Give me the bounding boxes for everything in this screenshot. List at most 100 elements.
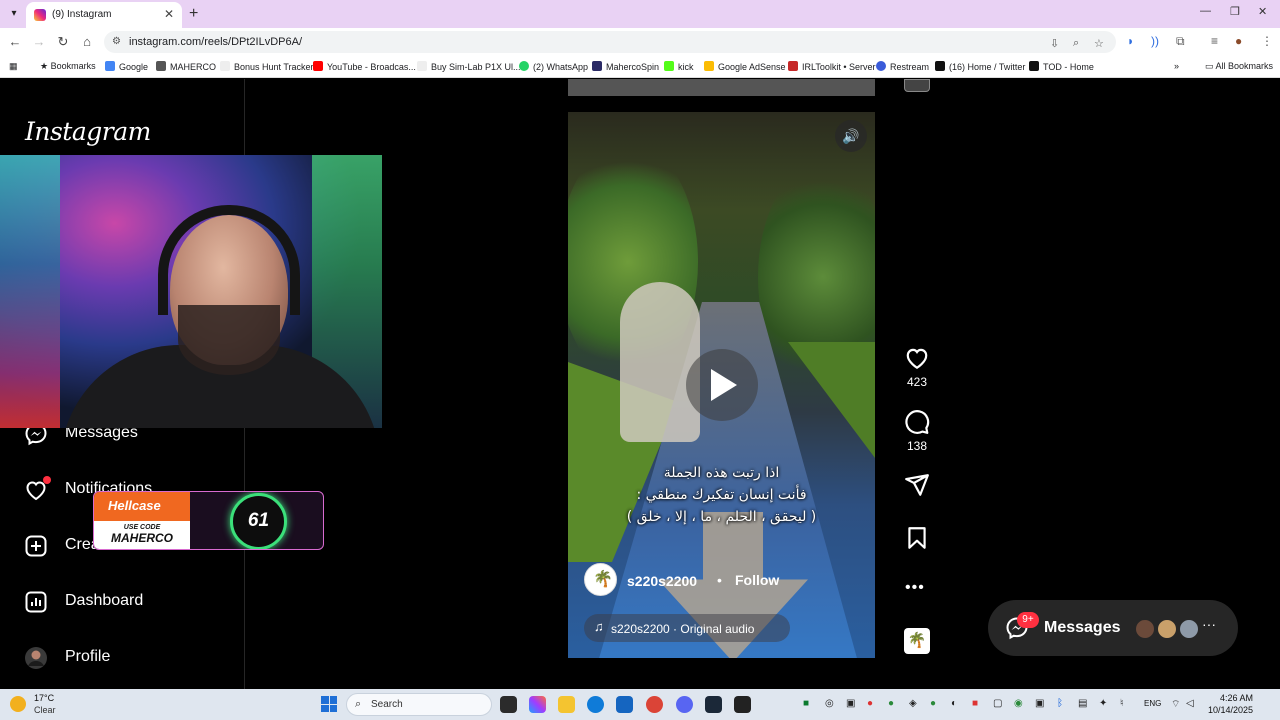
more-icon[interactable]: ··· [1202,616,1216,632]
file-explorer-icon[interactable] [558,696,575,713]
discord-icon[interactable] [676,696,693,713]
browser-menu-icon[interactable]: ⋮ [1261,34,1273,48]
tray-app-icon[interactable]: ◎ [825,698,834,709]
home-icon[interactable]: ⌂ [79,34,95,49]
bookmark-item[interactable]: Google AdSense [704,61,786,72]
address-bar[interactable]: ⚙ instagram.com/reels/DPt2ILvDP6A/ ⇩ ⌕ ☆ [104,31,1116,53]
tray-app-icon[interactable]: ■ [803,698,809,709]
tray-app-icon[interactable]: ▤ [1078,698,1087,709]
store-icon[interactable] [616,696,633,713]
more-options-icon[interactable]: ••• [905,579,925,597]
edge-icon[interactable] [587,696,604,713]
previous-reel-edge[interactable] [568,79,875,96]
tray-app-icon[interactable]: ● [930,698,936,709]
url-text[interactable]: instagram.com/reels/DPt2ILvDP6A/ [129,36,302,48]
bookmark-item[interactable]: (16) Home / Twitter [935,61,1025,72]
reel-video[interactable]: 🔊 اذا رتبت هذه الجملة فأنت إنسان تفكيرك … [568,112,875,658]
bookmark-item[interactable]: MAHERCO [156,61,216,72]
apps-grid-icon[interactable]: ▦ [9,61,18,72]
obs-icon[interactable] [734,696,751,713]
share-button[interactable] [897,472,937,498]
caption-line: اذا رتبت هذه الجملة [663,465,780,481]
bookmark-item[interactable]: TOD - Home [1029,61,1094,72]
tray-app-icon[interactable]: ▢ [993,698,1002,709]
tray-app-icon[interactable]: ◈ [909,698,917,709]
forward-icon[interactable]: → [31,34,47,49]
sidebar-item-dashboard[interactable]: Dashboard [24,588,244,616]
minimize-icon[interactable]: — [1200,5,1211,17]
weather-temp[interactable]: 17°C [34,693,54,703]
microphone-icon[interactable]: ♮ [1120,698,1124,709]
wifi-icon[interactable]: ⌔ [1171,698,1180,711]
moon-weather-icon[interactable] [10,696,26,712]
play-button[interactable] [686,349,758,421]
previous-audio-thumb[interactable] [904,79,930,92]
like-button[interactable]: 423 [897,345,937,389]
save-button[interactable] [897,525,937,551]
tray-app-icon[interactable]: ◐ [951,698,957,709]
bookmark-item[interactable]: MahercoSpin [592,61,659,72]
bookmark-item[interactable]: Google [105,61,148,72]
instagram-logo[interactable]: Instagram [25,117,151,146]
weather-condition[interactable]: Clear [34,705,56,715]
more-bookmarks-icon[interactable]: » [1174,61,1179,71]
search-icon: ⌕ [355,698,362,710]
clock-date[interactable]: 10/14/2025 [1200,705,1253,715]
profile-avatar-icon[interactable]: ● [1235,34,1242,48]
bookmark-item[interactable]: Bonus Hunt Tracker [220,61,314,72]
author-avatar[interactable]: 🌴 [584,563,617,596]
browser-tab-instagram[interactable]: (9) Instagram ✕ [26,2,182,28]
language-indicator[interactable]: ENG [1144,699,1161,708]
restore-icon[interactable]: ❐ [1230,5,1240,18]
windows-start-icon[interactable] [321,696,337,712]
avatar [1134,618,1156,640]
bookmark-item[interactable]: Restream [876,61,929,72]
volume-icon[interactable]: ◁ [1186,698,1194,709]
site-info-icon[interactable]: ⚙ [112,36,121,47]
chrome-icon[interactable] [646,696,663,713]
reload-icon[interactable]: ↻ [55,34,71,50]
bookmark-item[interactable]: Buy Sim-Lab P1X Ul... [417,61,521,72]
window-close-icon[interactable]: ✕ [1258,5,1267,18]
irltoolkit-icon [788,61,798,71]
tray-app-icon[interactable]: ▣ [1035,698,1044,709]
steam-icon[interactable] [705,696,722,713]
tray-app-icon[interactable]: ▣ [846,698,855,709]
install-app-icon[interactable]: ⇩ [1050,37,1059,50]
bookmark-item[interactable]: kick [664,61,694,72]
task-view-icon[interactable] [500,696,517,713]
extension-a-icon[interactable]: ◗ [1127,34,1134,48]
messages-pill[interactable]: 9+ Messages ··· [988,600,1238,656]
follow-button[interactable]: Follow [735,572,779,588]
tray-app-icon[interactable]: ● [888,698,894,709]
tab-close-icon[interactable]: ✕ [164,7,174,21]
bookmark-item[interactable]: YouTube - Broadcas... [313,61,416,72]
audio-attribution[interactable]: ♫ s220s2200 · Original audio [584,614,790,642]
tray-app-icon[interactable]: ■ [972,698,978,709]
bookmark-item[interactable]: ★ Bookmarks [40,61,96,72]
sound-icon[interactable]: 🔊 [835,120,867,152]
back-icon[interactable]: ← [7,34,23,49]
bookmark-item[interactable]: (2) WhatsApp [519,61,588,72]
bookmark-label: Bonus Hunt Tracker [234,62,314,72]
tab-list-icon[interactable]: ▾ [6,6,22,22]
clock-time[interactable]: 4:26 AM [1209,693,1253,703]
extensions-puzzle-icon[interactable]: ⧉ [1176,34,1185,49]
bookmark-item[interactable]: IRLToolkit • Server [788,61,876,72]
original-audio-thumb[interactable]: 🌴 [904,628,930,654]
comment-button[interactable]: 138 [897,409,937,453]
bluetooth-icon[interactable]: ᛒ [1057,698,1063,709]
sidebar-item-profile[interactable]: Profile [24,644,244,672]
new-tab-icon[interactable]: + [189,5,198,23]
author-username[interactable]: s220s2200 [627,573,697,589]
taskbar-search[interactable]: ⌕ Search [346,693,492,716]
extension-audio-icon[interactable]: )) [1151,34,1159,48]
media-control-icon[interactable]: ≡ [1211,34,1218,48]
tray-app-icon[interactable]: ● [867,698,873,709]
copilot-icon[interactable] [529,696,546,713]
tray-app-icon[interactable]: ✦ [1099,698,1107,709]
bookmark-star-icon[interactable]: ☆ [1094,37,1104,50]
all-bookmarks[interactable]: ▭ All Bookmarks [1205,61,1273,72]
zoom-icon[interactable]: ⌕ [1073,37,1079,50]
tray-app-icon[interactable]: ◉ [1014,698,1023,709]
